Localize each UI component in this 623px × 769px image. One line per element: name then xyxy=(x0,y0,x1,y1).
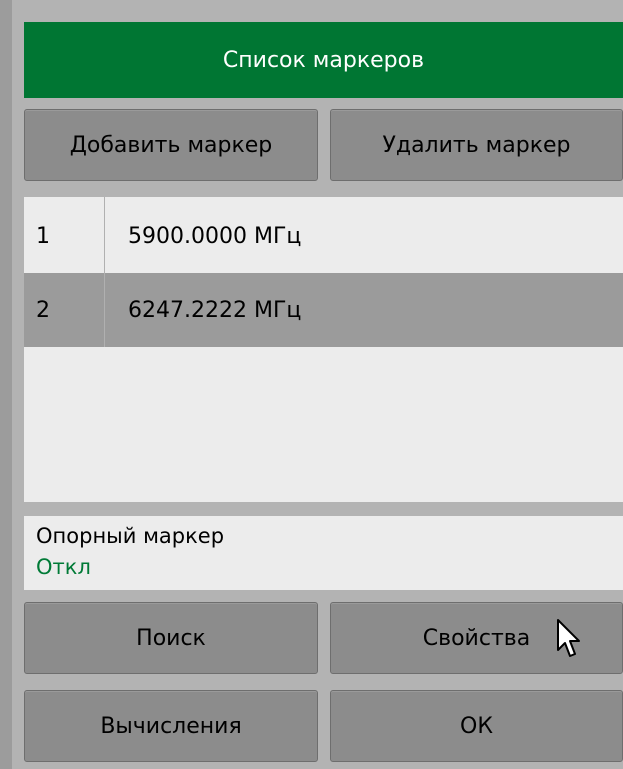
marker-list-dialog: Список маркеров Добавить маркер Удалить … xyxy=(0,0,623,769)
delete-marker-label: Удалить маркер xyxy=(382,132,571,158)
ok-button-label: ОК xyxy=(460,713,493,739)
reference-marker-value: Откл xyxy=(36,555,91,579)
dialog-title-text: Список маркеров xyxy=(222,47,425,73)
delete-marker-button[interactable]: Удалить маркер xyxy=(330,109,623,181)
search-button-label: Поиск xyxy=(136,625,206,651)
reference-marker-panel[interactable]: Опорный маркер Откл xyxy=(24,516,623,590)
add-marker-button[interactable]: Добавить маркер xyxy=(24,109,318,181)
properties-button-label: Свойства xyxy=(422,625,531,651)
marker-number: 1 xyxy=(36,223,50,249)
dialog-left-edge xyxy=(0,0,12,769)
marker-list[interactable]: 1 5900.0000 МГц 2 6247.2222 МГц xyxy=(24,197,623,502)
marker-number: 2 xyxy=(36,297,50,323)
mouse-pointer-icon xyxy=(557,619,580,657)
column-divider xyxy=(104,197,105,347)
calculations-button-label: Вычисления xyxy=(100,713,242,739)
dialog-title: Список маркеров xyxy=(24,22,623,98)
marker-frequency: 5900.0000 МГц xyxy=(128,223,302,249)
add-marker-label: Добавить маркер xyxy=(69,132,273,158)
reference-marker-label: Опорный маркер xyxy=(36,524,225,548)
ok-button[interactable]: ОК xyxy=(330,690,623,762)
search-button[interactable]: Поиск xyxy=(24,602,318,674)
marker-frequency: 6247.2222 МГц xyxy=(128,297,302,323)
marker-row-1[interactable]: 1 5900.0000 МГц xyxy=(24,199,623,273)
calculations-button[interactable]: Вычисления xyxy=(24,690,318,762)
marker-row-2[interactable]: 2 6247.2222 МГц xyxy=(24,273,623,347)
